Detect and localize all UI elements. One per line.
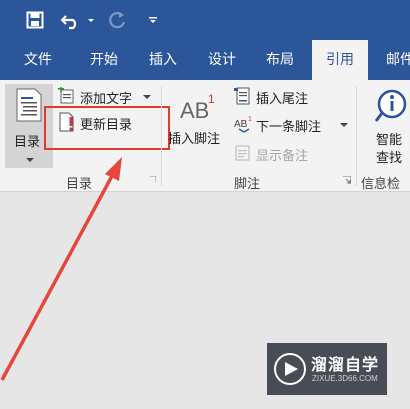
add-text-label: 添加文字 xyxy=(80,92,133,107)
smart-lookup-label-line1: 智能 xyxy=(376,133,403,148)
redo-icon xyxy=(109,12,126,29)
smart-lookup-button[interactable]: 智能 查找 xyxy=(360,86,410,166)
show-notes-label: 显示备注 xyxy=(256,149,309,164)
tab-home[interactable]: 开始 xyxy=(76,40,132,80)
toc-group-label: 目录 xyxy=(66,177,93,192)
redo-button[interactable] xyxy=(106,8,130,32)
watermark: 溜溜自学 ZIXUE.3D66.COM xyxy=(267,343,387,395)
ribbon-tab-bar: 文件 开始 插入 设计 布局 引用 邮件 xyxy=(0,40,410,80)
footnote-group-launcher-icon xyxy=(343,176,351,184)
insert-endnote-icon xyxy=(234,87,250,105)
table-of-contents-icon xyxy=(16,88,42,122)
next-footnote-button[interactable]: AB 1 下一条脚注 xyxy=(234,115,352,135)
insert-footnote-label: 插入脚注 xyxy=(168,132,221,147)
insert-endnote-label: 插入尾注 xyxy=(256,92,309,107)
toc-button-label: 目录 xyxy=(14,135,41,150)
next-footnote-dropdown-icon xyxy=(340,123,348,127)
ribbon-panel: 目录 添加文字 更新目录 目录 AB 1 插入脚注 插入尾注 AB 1 下一条脚… xyxy=(0,80,410,211)
footnote-ab-text: AB xyxy=(180,98,210,123)
tab-mailings[interactable]: 邮件 xyxy=(372,40,410,80)
smart-lookup-label-line2: 查找 xyxy=(376,151,403,166)
svg-text:AB: AB xyxy=(234,119,248,130)
insert-endnote-button[interactable]: 插入尾注 xyxy=(234,87,334,107)
undo-icon xyxy=(60,15,94,30)
undo-button[interactable] xyxy=(60,8,100,32)
tab-layout[interactable]: 布局 xyxy=(252,40,308,80)
watermark-url: ZIXUE.3D66.COM xyxy=(312,374,378,383)
group-separator xyxy=(161,86,162,186)
add-text-button[interactable]: 添加文字 xyxy=(58,87,158,107)
update-toc-highlight-box xyxy=(44,106,170,150)
next-footnote-icon: AB 1 xyxy=(234,116,252,133)
add-text-icon xyxy=(58,87,74,104)
save-button[interactable] xyxy=(22,8,48,32)
svg-text:1: 1 xyxy=(248,116,252,123)
footnote-superscript-text: 1 xyxy=(208,92,215,106)
watermark-logo-icon xyxy=(274,353,306,385)
group-separator xyxy=(356,86,357,186)
tab-references[interactable]: 引用 xyxy=(312,40,368,80)
smart-lookup-icon xyxy=(374,89,407,122)
next-footnote-label: 下一条脚注 xyxy=(256,120,322,135)
show-notes-button[interactable]: 显示备注 xyxy=(234,144,334,164)
show-notes-icon xyxy=(235,145,250,161)
tab-file[interactable]: 文件 xyxy=(10,40,66,80)
customize-qat-icon xyxy=(149,17,157,23)
save-icon xyxy=(26,11,44,29)
add-text-dropdown-icon xyxy=(143,95,151,99)
watermark-brand: 溜溜自学 xyxy=(311,355,380,374)
tab-design[interactable]: 设计 xyxy=(194,40,250,80)
toc-group-launcher-icon xyxy=(150,176,156,182)
tab-insert[interactable]: 插入 xyxy=(135,40,191,80)
chevron-down-icon xyxy=(26,158,34,162)
footnote-icon: AB 1 xyxy=(180,92,220,128)
title-bar xyxy=(0,0,410,40)
customize-qat-button[interactable] xyxy=(143,8,163,32)
insert-footnote-button[interactable]: AB 1 插入脚注 xyxy=(168,86,230,160)
footnote-group-label: 脚注 xyxy=(234,177,261,192)
